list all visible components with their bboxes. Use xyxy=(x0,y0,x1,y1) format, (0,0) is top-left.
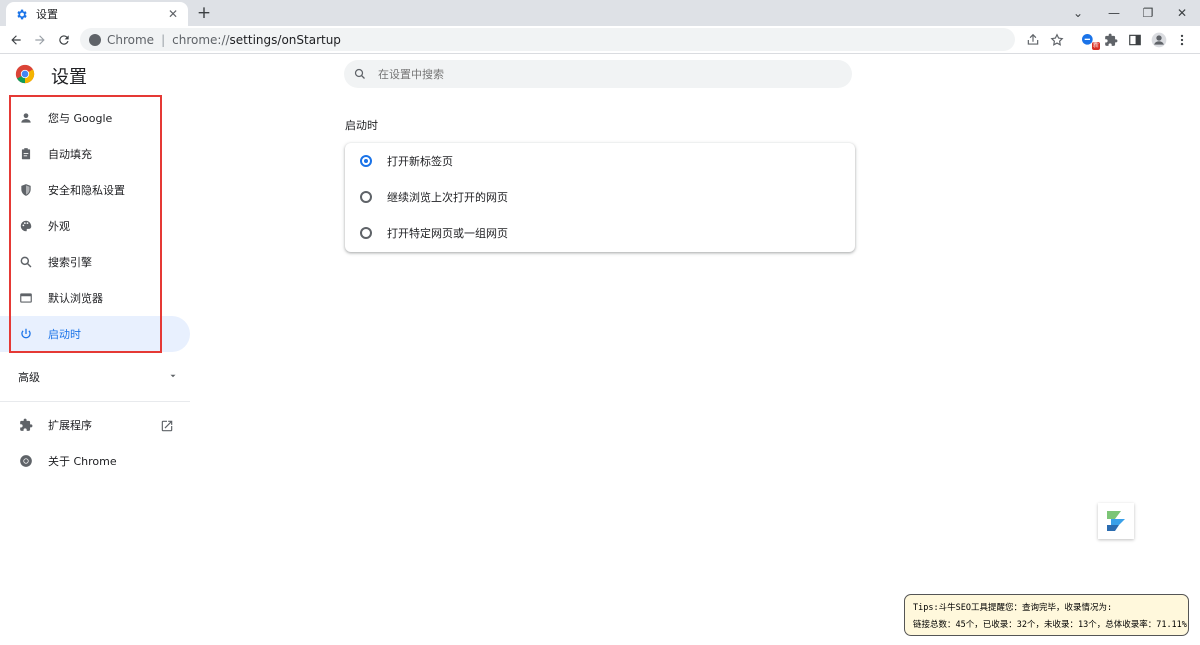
reload-icon[interactable] xyxy=(54,30,74,50)
sidebar-item-label: 扩展程序 xyxy=(48,419,92,432)
tip-line-2: 链接总数：45个，已收录：32个，未收录：13个，总体收录率：71.11% xyxy=(913,620,1187,630)
more-menu-icon[interactable] xyxy=(1172,30,1192,50)
chrome-logo-icon xyxy=(15,64,35,84)
site-label: Chrome xyxy=(107,32,155,47)
back-arrow-icon[interactable] xyxy=(6,30,26,50)
radio-button[interactable] xyxy=(360,227,372,239)
seo-tip-popup: Tips:斗牛SEO工具提醒您：查询完毕，收录情况为: 链接总数：45个，已收录… xyxy=(904,594,1189,636)
page-title: 设置 xyxy=(51,67,87,88)
close-tab-icon[interactable]: ✕ xyxy=(166,7,180,21)
palette-icon xyxy=(18,218,34,234)
url-path: settings/onStartup xyxy=(229,32,341,47)
startup-option-continue[interactable]: 继续浏览上次打开的网页 xyxy=(360,179,840,215)
sidebar-item-label: 安全和隐私设置 xyxy=(48,184,125,197)
person-icon xyxy=(18,110,34,126)
chrome-site-icon xyxy=(89,33,101,46)
shield-icon xyxy=(18,182,34,198)
option-label: 打开特定网页或一组网页 xyxy=(387,227,508,240)
url-scheme: chrome:// xyxy=(172,32,230,47)
forward-arrow-icon[interactable] xyxy=(30,30,50,50)
omnibox-separator: | xyxy=(161,32,166,47)
toolbar: Chrome | chrome://settings/onStartup 新 xyxy=(0,26,1200,54)
section-title: 启动时 xyxy=(345,119,378,132)
sidebar-item-label: 搜索引擎 xyxy=(48,256,92,269)
startup-option-new-tab[interactable]: 打开新标签页 xyxy=(360,143,840,179)
seo-extension-icon[interactable]: 新 xyxy=(1078,30,1100,50)
puzzle-icon xyxy=(18,417,34,433)
tip-line-1: Tips:斗牛SEO工具提醒您：查询完毕，收录情况为: xyxy=(913,603,1113,613)
sidebar-item-on-startup[interactable]: 启动时 xyxy=(0,316,190,352)
sidebar-item-search-engine[interactable]: 搜索引擎 xyxy=(0,244,190,280)
minimize-button[interactable]: — xyxy=(1096,0,1132,26)
startup-option-specific-pages[interactable]: 打开特定网页或一组网页 xyxy=(360,215,840,251)
advanced-label: 高级 xyxy=(18,371,40,384)
sidebar-item-label: 启动时 xyxy=(48,328,81,341)
restore-button[interactable]: ❐ xyxy=(1130,0,1166,26)
sidebar-advanced-toggle[interactable]: 高级 xyxy=(18,368,178,386)
external-link-icon[interactable] xyxy=(160,418,176,434)
clipboard-icon xyxy=(18,146,34,162)
tab-strip: 设置 ✕ + ⌄ — ❐ ✕ xyxy=(0,0,1200,26)
puzzle-icon[interactable] xyxy=(1101,30,1121,50)
side-panel-icon[interactable] xyxy=(1125,30,1145,50)
tab-search-icon[interactable]: ⌄ xyxy=(1060,0,1096,26)
sidebar-item-label: 外观 xyxy=(48,220,70,233)
sidebar-item-label: 您与 Google xyxy=(48,112,113,125)
sidebar-item-you-and-google[interactable]: 您与 Google xyxy=(0,100,190,136)
option-label: 打开新标签页 xyxy=(387,155,453,168)
chrome-icon xyxy=(18,453,34,469)
close-window-button[interactable]: ✕ xyxy=(1164,0,1200,26)
sidebar-item-label: 关于 Chrome xyxy=(48,455,117,468)
sidebar-item-privacy[interactable]: 安全和隐私设置 xyxy=(0,172,190,208)
bookmark-star-icon[interactable] xyxy=(1047,30,1067,50)
address-bar[interactable]: Chrome | chrome://settings/onStartup xyxy=(80,28,1015,51)
power-icon xyxy=(18,326,34,342)
radio-button[interactable] xyxy=(360,191,372,203)
sidebar-item-autofill[interactable]: 自动填充 xyxy=(0,136,190,172)
profile-avatar-icon[interactable] xyxy=(1149,30,1169,50)
sidebar-divider xyxy=(0,401,190,402)
new-tab-button[interactable]: + xyxy=(194,3,214,23)
gear-icon xyxy=(14,7,28,21)
sidebar-item-default-browser[interactable]: 默认浏览器 xyxy=(0,280,190,316)
search-icon xyxy=(354,65,366,84)
caret-down-icon xyxy=(168,371,178,384)
browser-window-icon xyxy=(18,290,34,306)
sidebar-item-about-chrome[interactable]: 关于 Chrome xyxy=(0,443,190,479)
sidebar-item-label: 默认浏览器 xyxy=(48,292,103,305)
startup-options-card: 打开新标签页 继续浏览上次打开的网页 打开特定网页或一组网页 xyxy=(345,143,855,252)
sidebar-item-label: 自动填充 xyxy=(48,148,92,161)
share-icon[interactable] xyxy=(1023,30,1043,50)
tab-settings[interactable]: 设置 ✕ xyxy=(6,2,188,26)
settings-search[interactable] xyxy=(344,60,852,88)
search-icon xyxy=(18,254,34,270)
search-input[interactable] xyxy=(378,67,778,81)
floating-assistant-icon[interactable] xyxy=(1098,503,1134,539)
option-label: 继续浏览上次打开的网页 xyxy=(387,191,508,204)
radio-button-checked[interactable] xyxy=(360,155,372,167)
tab-title: 设置 xyxy=(36,8,58,21)
extension-badge: 新 xyxy=(1091,42,1100,50)
sidebar-item-appearance[interactable]: 外观 xyxy=(0,208,190,244)
